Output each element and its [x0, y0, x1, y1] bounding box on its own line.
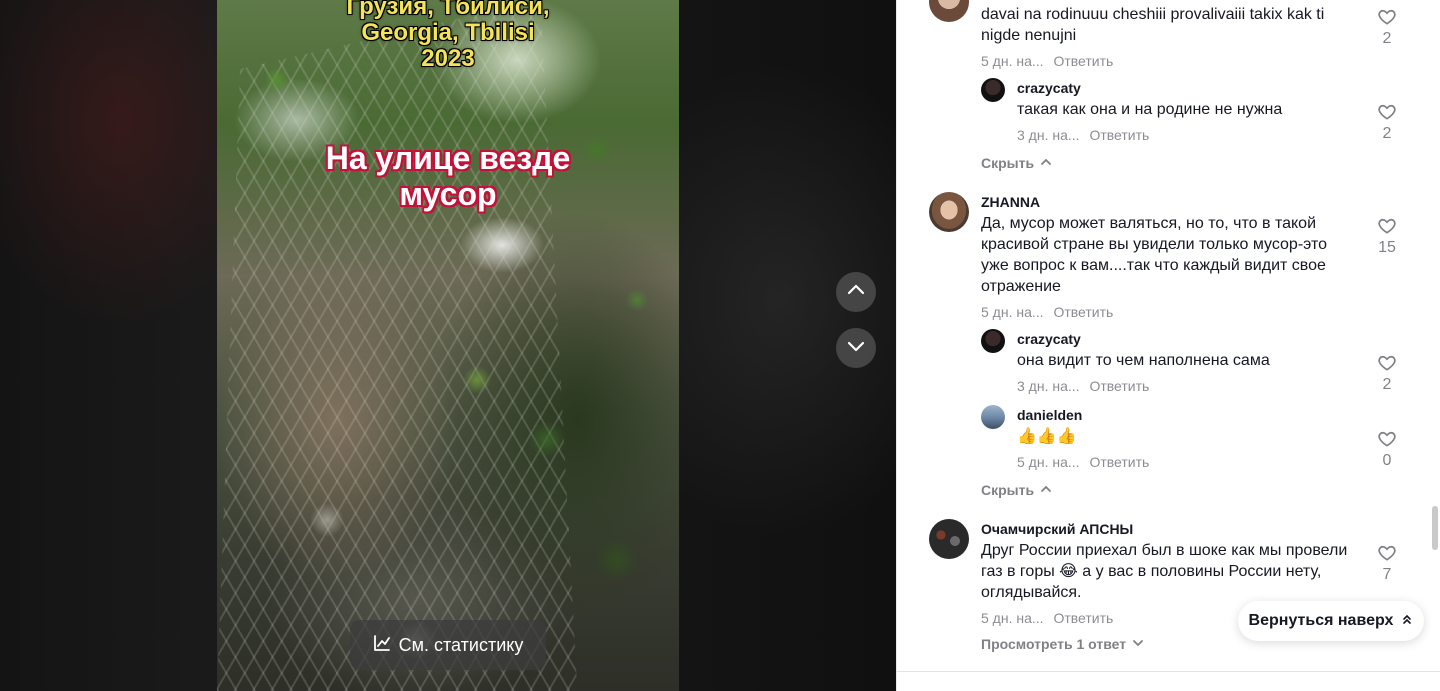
like-count: 2 [1382, 376, 1392, 393]
heart-icon [1372, 102, 1402, 122]
comment-time: 5 дн. на... [981, 53, 1044, 69]
avatar[interactable] [929, 519, 969, 559]
video-location-overlay: Грузия, Тбилиси, Georgia, Tbilisi 2023 [217, 0, 679, 72]
hide-replies-toggle[interactable]: Скрыть [981, 482, 1052, 498]
previous-video-button[interactable] [836, 272, 876, 312]
comment-username[interactable]: crazycaty [1017, 331, 1081, 347]
comment-username[interactable]: crazycaty [1017, 80, 1081, 96]
like-button[interactable]: 2 [1372, 102, 1402, 143]
video-frame[interactable]: Грузия, Тбилиси, Georgia, Tbilisi 2023 Н… [217, 0, 679, 691]
comment-time: 5 дн. на... [981, 304, 1044, 320]
comment-username[interactable]: danielden [1017, 407, 1082, 423]
chevron-up-icon [1040, 482, 1052, 498]
heart-icon [1372, 353, 1402, 373]
comment-meta: 5 дн. на... Ответить [981, 53, 1113, 69]
chevron-down-icon [845, 335, 867, 362]
comment-time: 5 дн. на... [1017, 454, 1080, 470]
chart-icon [373, 634, 391, 657]
hide-replies-label: Скрыть [981, 482, 1035, 498]
heart-icon [1372, 216, 1402, 236]
comment-text: она видит то чем наполнена сама [1017, 352, 1270, 369]
foliage-scene [217, 0, 679, 691]
hide-replies-toggle[interactable]: Скрыть [981, 155, 1052, 171]
location-line-1: Грузия, Тбилиси, [346, 0, 550, 20]
back-to-top-button[interactable]: Вернуться наверх [1238, 601, 1424, 641]
like-count: 7 [1382, 566, 1392, 583]
reply-link[interactable]: Ответить [1053, 610, 1113, 626]
comment-username[interactable]: Очамчирский АПСНЫ [981, 521, 1133, 537]
avatar[interactable] [981, 405, 1005, 429]
chevron-down-icon [1132, 636, 1144, 652]
like-count: 2 [1382, 125, 1392, 142]
reply-link[interactable]: Ответить [1089, 454, 1149, 470]
heart-icon [1372, 429, 1402, 449]
like-button[interactable]: 2 [1372, 353, 1402, 394]
video-caption-overlay: На улице везде мусор [217, 140, 679, 212]
like-button[interactable]: 0 [1372, 429, 1402, 470]
view-stats-label: См. статистику [398, 634, 524, 655]
comment-meta: 3 дн. на... Ответить [1017, 378, 1149, 394]
comment-time: 5 дн. на... [981, 610, 1044, 626]
comment-username[interactable]: ZHANNA [981, 194, 1040, 210]
comment-meta: 5 дн. на... Ответить [981, 610, 1113, 626]
comments-scrollbar[interactable] [1432, 506, 1438, 550]
comment-text: такая как она и на родине не нужна [1017, 101, 1283, 118]
heart-icon [1372, 7, 1402, 27]
comment-text: 👍👍👍 [1017, 428, 1077, 445]
like-button[interactable]: 7 [1372, 543, 1402, 584]
heart-icon [1372, 543, 1402, 563]
view-replies-toggle[interactable]: Просмотреть 1 ответ [981, 636, 1144, 652]
reply-link[interactable]: Ответить [1053, 53, 1113, 69]
chevron-up-icon [845, 279, 867, 306]
hide-replies-label: Скрыть [981, 155, 1035, 171]
like-button[interactable]: 15 [1372, 216, 1402, 257]
view-stats-button[interactable]: См. статистику [350, 620, 546, 670]
comment-meta: 5 дн. на... Ответить [1017, 454, 1149, 470]
comment-text: Да, мусор может валяться, но то, что в т… [981, 215, 1327, 295]
next-video-button[interactable] [836, 328, 876, 368]
avatar[interactable] [929, 0, 969, 22]
reply-link[interactable]: Ответить [1089, 378, 1149, 394]
avatar[interactable] [981, 329, 1005, 353]
comment-meta: 3 дн. на... Ответить [1017, 127, 1149, 143]
comments-panel[interactable]: davai na rodinuuu cheshiii provalivaiii … [896, 0, 1440, 691]
comment-text: Друг России приехал был в шоке как мы пр… [981, 542, 1348, 601]
location-line-2: Georgia, Tbilisi [361, 19, 535, 46]
location-line-3: 2023 [421, 45, 475, 72]
comment-time: 3 дн. на... [1017, 127, 1080, 143]
view-replies-label: Просмотреть 1 ответ [981, 636, 1127, 652]
reply-link[interactable]: Ответить [1053, 304, 1113, 320]
comment-text: davai na rodinuuu cheshiii provalivaiii … [981, 6, 1325, 44]
avatar[interactable] [981, 78, 1005, 102]
like-button[interactable]: 2 [1372, 7, 1402, 48]
reply-link[interactable]: Ответить [1089, 127, 1149, 143]
double-chevron-up-icon [1401, 612, 1413, 630]
video-player[interactable]: Грузия, Тбилиси, Georgia, Tbilisi 2023 Н… [0, 0, 896, 691]
like-count: 2 [1382, 30, 1392, 47]
chevron-up-icon [1040, 155, 1052, 171]
comment-input-divider [896, 671, 1440, 672]
like-count: 0 [1382, 452, 1392, 469]
avatar[interactable] [929, 192, 969, 232]
caption-line-1: На улице везде [325, 140, 571, 176]
like-count: 15 [1378, 239, 1396, 256]
comment-meta: 5 дн. на... Ответить [981, 304, 1113, 320]
comment-time: 3 дн. на... [1017, 378, 1080, 394]
back-to-top-label: Вернуться наверх [1248, 612, 1394, 629]
caption-line-2: мусор [399, 176, 497, 212]
